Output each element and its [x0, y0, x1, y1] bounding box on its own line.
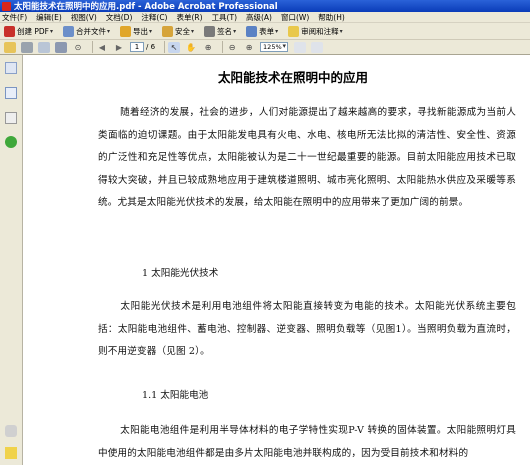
- chevron-down-icon: ▾: [275, 27, 279, 35]
- menu-forms[interactable]: 表单(R): [176, 12, 202, 23]
- hand-tool-icon[interactable]: ✋: [185, 42, 197, 53]
- sign-label: 签名: [217, 26, 233, 36]
- menu-file[interactable]: 文件(F): [2, 12, 27, 23]
- zoom-in-icon[interactable]: ⊕: [243, 42, 255, 53]
- signatures-icon[interactable]: [5, 112, 17, 124]
- save-icon[interactable]: [55, 41, 67, 53]
- toolbar-separator: [164, 41, 166, 53]
- sign-button[interactable]: 签名 ▾: [202, 24, 238, 38]
- attachment-icon[interactable]: [5, 425, 17, 437]
- menu-document[interactable]: 文档(D): [106, 12, 133, 23]
- select-tool-icon[interactable]: ↖: [168, 41, 181, 53]
- export-icon: [120, 25, 132, 37]
- zoom-out-icon[interactable]: ⊖: [226, 42, 238, 53]
- paragraph-intro: 随着经济的发展，社会的进步，人们对能源提出了越来越高的要求，寻找新能源成为当前人…: [98, 102, 516, 215]
- paragraph-cell: 太阳能电池组件是利用半导体材料的电子学特性实现P-V 转换的固体装置。太阳能照明…: [98, 420, 516, 465]
- pages-icon[interactable]: [5, 62, 17, 74]
- menu-help[interactable]: 帮助(H): [318, 12, 345, 23]
- open-icon[interactable]: [4, 41, 16, 53]
- title-bar: 太阳能技术在照明中的应用.pdf - Adobe Acrobat Profess…: [0, 0, 530, 12]
- toolbar-separator: [222, 41, 224, 53]
- chevron-down-icon: ▾: [233, 27, 237, 35]
- menu-comments[interactable]: 注释(C): [141, 12, 167, 23]
- forms-button[interactable]: 表单 ▾: [244, 24, 280, 38]
- section-heading-1-1: 1.1 太阳能电池: [142, 390, 209, 401]
- zoom-tool-icon[interactable]: ⊕: [202, 42, 214, 53]
- lock-icon: [162, 25, 174, 37]
- acrobat-icon: [2, 1, 11, 11]
- comment-icon: [288, 25, 300, 37]
- export-button[interactable]: 导出 ▾: [118, 24, 154, 38]
- paragraph-pv-text: 太阳能光伏技术是利用电池组件将太阳能直接转变为电能的技术。太阳能光伏系统主要包括…: [98, 301, 516, 358]
- pen-icon: [204, 25, 216, 37]
- document-title: 太阳能技术在照明中的应用: [217, 70, 368, 85]
- fit-page-icon[interactable]: [294, 41, 307, 53]
- email-icon[interactable]: [38, 41, 50, 53]
- chevron-down-icon: ▾: [50, 27, 54, 35]
- chevron-down-icon: ▾: [191, 27, 195, 35]
- menu-advanced[interactable]: 高级(A): [246, 12, 272, 23]
- menu-edit[interactable]: 编辑(E): [36, 12, 62, 23]
- page-total: / 6: [146, 43, 156, 51]
- chevron-down-icon: ▾: [339, 27, 343, 35]
- combine-files-button[interactable]: 合并文件 ▾: [61, 24, 112, 38]
- menu-window[interactable]: 窗口(W): [281, 12, 309, 23]
- help-icon[interactable]: [5, 136, 17, 148]
- combine-files-label: 合并文件: [76, 26, 107, 36]
- section-heading-1: 1 太阳能光伏技术: [142, 268, 219, 279]
- forms-label: 表单: [259, 26, 275, 36]
- previous-page-icon[interactable]: ◀: [96, 42, 108, 53]
- create-pdf-label: 创建 PDF: [17, 26, 49, 36]
- paragraph-intro-text: 随着经济的发展，社会的进步，人们对能源提出了越来越高的要求，寻找新能源成为当前人…: [98, 107, 516, 209]
- search-icon[interactable]: ⊙: [72, 42, 84, 53]
- menu-view[interactable]: 视图(V): [71, 12, 97, 23]
- form-icon: [246, 25, 258, 37]
- print-icon[interactable]: [21, 41, 33, 53]
- page-number-input[interactable]: 1: [130, 42, 144, 52]
- export-label: 导出: [133, 26, 149, 36]
- secure-label: 安全: [175, 26, 191, 36]
- menu-tools[interactable]: 工具(T): [212, 12, 237, 23]
- window-title: 太阳能技术在照明中的应用.pdf - Adobe Acrobat Profess…: [14, 2, 278, 12]
- comments-icon[interactable]: [5, 447, 17, 459]
- chevron-down-icon: ▾: [149, 27, 153, 35]
- toolbar-separator: [92, 41, 93, 53]
- chevron-down-icon: ▾: [107, 27, 111, 35]
- menu-bar: 文件(F) 编辑(E) 视图(V) 文档(D) 注释(C) 表单(R) 工具(T…: [0, 12, 530, 23]
- next-page-icon[interactable]: ▶: [113, 42, 125, 53]
- combine-files-icon: [63, 25, 75, 37]
- review-comment-label: 审阅和注释: [301, 26, 339, 36]
- create-pdf-icon: [4, 25, 15, 37]
- task-toolbar: 创建 PDF ▾ 合并文件 ▾ 导出 ▾ 安全 ▾ 签名 ▾ 表单 ▾ 审阅和注…: [0, 23, 530, 40]
- secure-button[interactable]: 安全 ▾: [160, 24, 196, 38]
- fit-width-icon[interactable]: [311, 41, 324, 53]
- zoom-level-select[interactable]: 125%: [260, 42, 289, 52]
- paragraph-pv: 太阳能光伏技术是利用电池组件将太阳能直接转变为电能的技术。太阳能光伏系统主要包括…: [98, 296, 516, 364]
- bookmarks-icon[interactable]: [5, 87, 17, 99]
- create-pdf-button[interactable]: 创建 PDF ▾: [2, 24, 55, 38]
- navigation-pane: [0, 55, 23, 465]
- navigation-toolbar: ⊙ ◀ ▶ 1 / 6 ↖ ✋ ⊕ ⊖ ⊕ 125%: [0, 40, 530, 55]
- document-view[interactable]: 太阳能技术在照明中的应用 随着经济的发展，社会的进步，人们对能源提出了越来越高的…: [24, 55, 530, 465]
- paragraph-cell-text: 太阳能电池组件是利用半导体材料的电子学特性实现P-V 转换的固体装置。太阳能照明…: [98, 425, 516, 459]
- review-comment-button[interactable]: 审阅和注释 ▾: [286, 24, 345, 38]
